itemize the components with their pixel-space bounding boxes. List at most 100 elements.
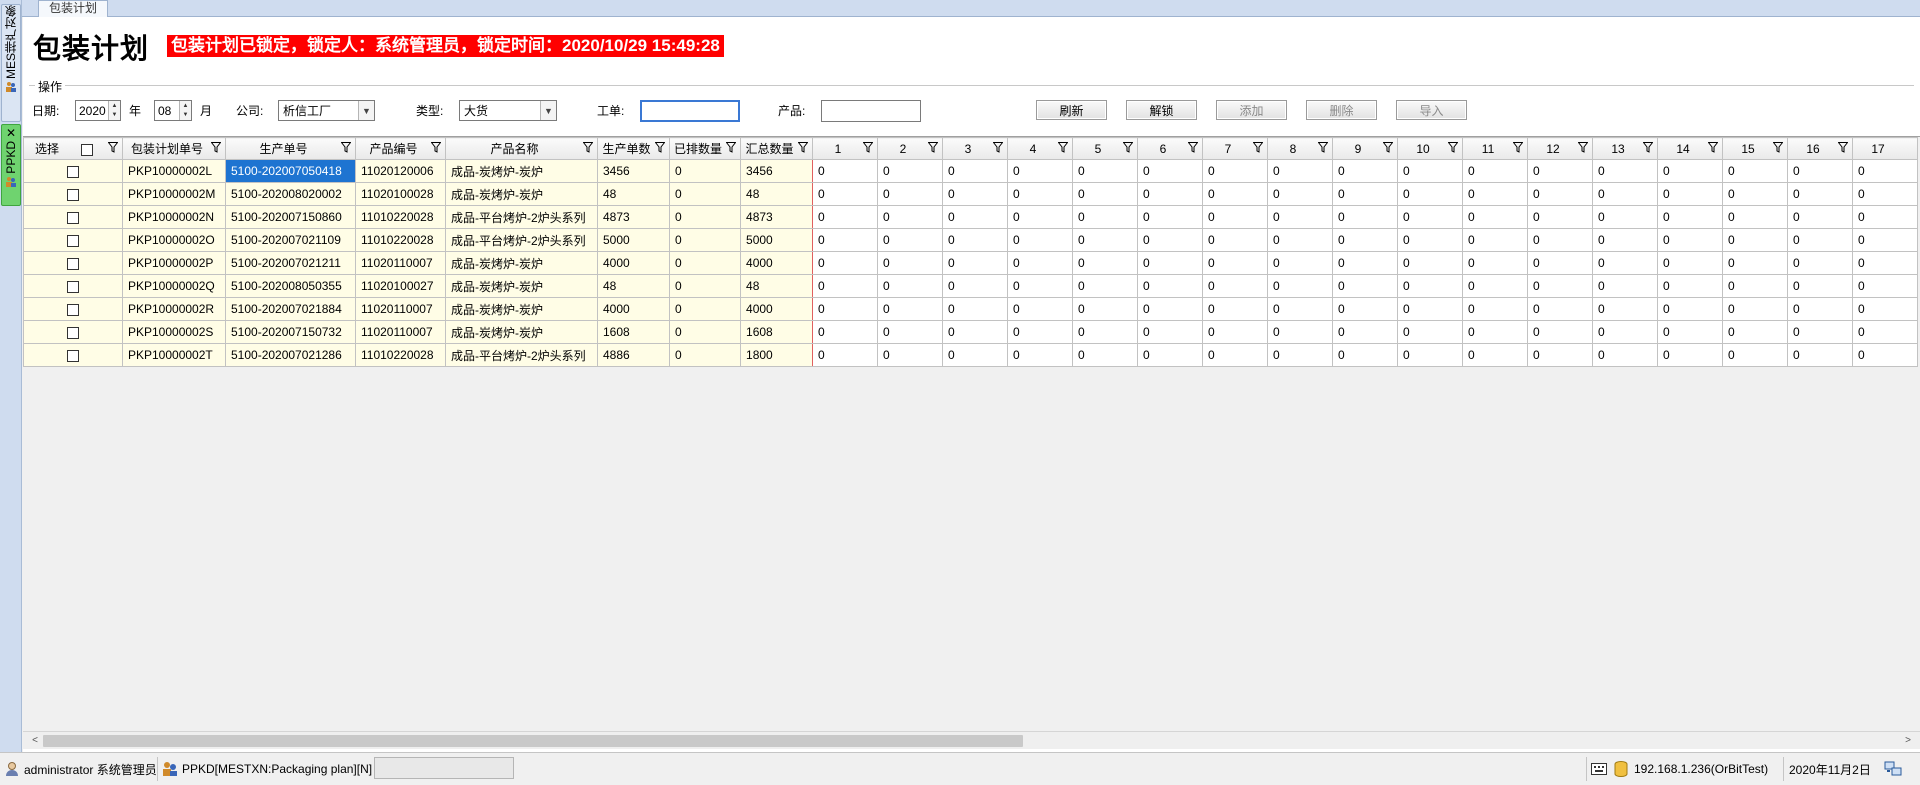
cell-day-16[interactable]: 0	[1787, 297, 1854, 321]
cell-plan[interactable]: PKP10000002T	[122, 343, 226, 367]
cell-day-6[interactable]: 0	[1137, 205, 1204, 229]
cell-code[interactable]: 11020120006	[355, 159, 446, 183]
cell-day-6[interactable]: 0	[1137, 182, 1204, 206]
chevron-down-icon[interactable]: ▼	[358, 101, 374, 120]
cell-day-5[interactable]: 0	[1072, 320, 1139, 344]
row-checkbox[interactable]	[67, 188, 79, 201]
cell-total[interactable]: 4873	[740, 205, 814, 229]
filter-icon[interactable]	[927, 142, 939, 154]
cell-day-12[interactable]: 0	[1527, 251, 1594, 275]
scroll-left-icon[interactable]: <	[27, 732, 43, 749]
cell-plan[interactable]: PKP10000002S	[122, 320, 226, 344]
column-header-8[interactable]: 1	[812, 137, 879, 160]
cell-day-8[interactable]: 0	[1267, 159, 1334, 183]
cell-order[interactable]: 5100-202007021211	[225, 251, 356, 275]
cell-scheduled[interactable]: 0	[668, 182, 742, 206]
cell-day-16[interactable]: 0	[1787, 274, 1854, 298]
cell-day-4[interactable]: 0	[1007, 182, 1074, 206]
cell-day-4[interactable]: 0	[1007, 159, 1074, 183]
cell-day-9[interactable]: 0	[1332, 297, 1399, 321]
cell-day-10[interactable]: 0	[1397, 343, 1464, 367]
scroll-right-icon[interactable]: >	[1900, 732, 1916, 749]
column-header-0[interactable]: 选择	[23, 137, 123, 160]
cell-total[interactable]: 3456	[740, 159, 814, 183]
cell-day-16[interactable]: 0	[1787, 343, 1854, 367]
cell-day-8[interactable]: 0	[1267, 228, 1334, 252]
cell-day-1[interactable]: 0	[812, 228, 879, 252]
cell-total[interactable]: 1800	[740, 343, 814, 367]
spinner-arrows-icon[interactable]: ▲ ▼	[179, 101, 191, 120]
cell-plan[interactable]: PKP10000002L	[122, 159, 226, 183]
cell-plan[interactable]: PKP10000002N	[122, 205, 226, 229]
cell-plan[interactable]: PKP10000002R	[122, 297, 226, 321]
column-header-3[interactable]: 产品编号	[355, 137, 446, 160]
cell-day-14[interactable]: 0	[1657, 159, 1724, 183]
cell-day-14[interactable]: 0	[1657, 205, 1724, 229]
cell-day-11[interactable]: 0	[1462, 274, 1529, 298]
cell-day-13[interactable]: 0	[1592, 343, 1659, 367]
column-header-9[interactable]: 2	[877, 137, 944, 160]
filter-icon[interactable]	[1382, 142, 1394, 154]
cell-day-3[interactable]: 0	[942, 343, 1009, 367]
row-select-cell[interactable]	[23, 297, 123, 321]
column-header-19[interactable]: 12	[1527, 137, 1594, 160]
cell-day-5[interactable]: 0	[1072, 251, 1139, 275]
cell-name[interactable]: 成品-平台烤炉-2炉头系列	[445, 343, 598, 367]
tab-packaging-plan[interactable]: 包装计划	[38, 0, 109, 17]
cell-code[interactable]: 11020100027	[355, 274, 446, 298]
cell-day-6[interactable]: 0	[1137, 251, 1204, 275]
cell-qty[interactable]: 5000	[597, 228, 670, 252]
cell-order[interactable]: 5100-202007150732	[225, 320, 356, 344]
cell-qty[interactable]: 4873	[597, 205, 670, 229]
cell-day-13[interactable]: 0	[1592, 297, 1659, 321]
cell-day-4[interactable]: 0	[1007, 297, 1074, 321]
cell-day-11[interactable]: 0	[1462, 205, 1529, 229]
filter-icon[interactable]	[1447, 142, 1459, 154]
cell-day-7[interactable]: 0	[1202, 182, 1269, 206]
cell-day-17[interactable]: 0	[1852, 320, 1919, 344]
row-checkbox[interactable]	[67, 165, 79, 178]
cell-scheduled[interactable]: 0	[668, 228, 742, 252]
horizontal-scrollbar[interactable]: < >	[23, 731, 1920, 749]
cell-day-8[interactable]: 0	[1267, 274, 1334, 298]
cell-code[interactable]: 11020110007	[355, 251, 446, 275]
column-header-11[interactable]: 4	[1007, 137, 1074, 160]
cell-name[interactable]: 成品-炭烤炉-炭炉	[445, 182, 598, 206]
table-row[interactable]: PKP10000002N 5100-202007150860 11010220028…	[23, 205, 1919, 229]
table-row[interactable]: PKP10000002M 5100-202008020002 11020100028…	[23, 182, 1919, 206]
cell-day-10[interactable]: 0	[1397, 159, 1464, 183]
filter-icon[interactable]	[992, 142, 1004, 154]
cell-day-14[interactable]: 0	[1657, 320, 1724, 344]
cell-code[interactable]: 11020110007	[355, 297, 446, 321]
cell-day-17[interactable]: 0	[1852, 159, 1919, 183]
filter-icon[interactable]	[862, 142, 874, 154]
cell-day-5[interactable]: 0	[1072, 297, 1139, 321]
cell-day-12[interactable]: 0	[1527, 228, 1594, 252]
cell-day-17[interactable]: 0	[1852, 274, 1919, 298]
close-icon[interactable]: ✕	[5, 126, 17, 140]
column-header-5[interactable]: 生产单数	[597, 137, 670, 160]
filter-icon[interactable]	[582, 142, 594, 154]
filter-icon[interactable]	[1187, 142, 1199, 154]
table-row[interactable]: PKP10000002Q 5100-202008050355 11020100027…	[23, 274, 1919, 298]
cell-order[interactable]: 5100-202008020002	[225, 182, 356, 206]
cell-day-9[interactable]: 0	[1332, 320, 1399, 344]
cell-day-7[interactable]: 0	[1202, 343, 1269, 367]
cell-day-7[interactable]: 0	[1202, 320, 1269, 344]
cell-name[interactable]: 成品-炭烤炉-炭炉	[445, 320, 598, 344]
filter-icon[interactable]	[1772, 142, 1784, 154]
cell-code[interactable]: 11010220028	[355, 343, 446, 367]
cell-day-16[interactable]: 0	[1787, 182, 1854, 206]
filter-icon[interactable]	[1122, 142, 1134, 154]
cell-day-12[interactable]: 0	[1527, 274, 1594, 298]
filter-icon[interactable]	[654, 142, 666, 154]
cell-day-8[interactable]: 0	[1267, 205, 1334, 229]
cell-plan[interactable]: PKP10000002Q	[122, 274, 226, 298]
cell-day-9[interactable]: 0	[1332, 205, 1399, 229]
cell-day-4[interactable]: 0	[1007, 228, 1074, 252]
spinner-arrows-icon[interactable]: ▲ ▼	[108, 101, 120, 120]
cell-day-10[interactable]: 0	[1397, 205, 1464, 229]
column-header-17[interactable]: 10	[1397, 137, 1464, 160]
cell-day-9[interactable]: 0	[1332, 251, 1399, 275]
cell-name[interactable]: 成品-平台烤炉-2炉头系列	[445, 228, 598, 252]
